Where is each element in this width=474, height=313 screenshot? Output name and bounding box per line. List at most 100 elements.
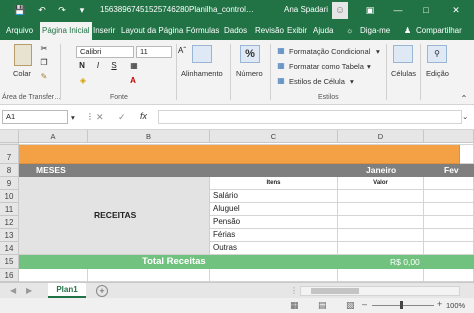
cell-b16[interactable] bbox=[88, 269, 210, 282]
number-format-icon[interactable]: % bbox=[240, 45, 260, 63]
cell-d10[interactable] bbox=[338, 190, 424, 203]
cell-e11[interactable] bbox=[424, 203, 474, 216]
zoom-out-icon[interactable]: – bbox=[362, 299, 367, 309]
cell-e14[interactable] bbox=[424, 242, 474, 255]
format-painter-icon[interactable]: ✎ bbox=[38, 72, 50, 81]
customize-qat-icon[interactable]: ▾ bbox=[76, 4, 88, 16]
zoom-slider-handle[interactable] bbox=[400, 301, 403, 309]
add-sheet-button[interactable]: + bbox=[96, 285, 108, 297]
item-outras[interactable]: Outras bbox=[210, 242, 338, 255]
column-header-e[interactable] bbox=[424, 130, 474, 143]
tab-dados[interactable]: Dados bbox=[222, 22, 249, 40]
zoom-slider[interactable] bbox=[372, 305, 434, 306]
page-break-view-icon[interactable]: ▧ bbox=[346, 300, 355, 311]
grow-font-icon[interactable]: Aˆ bbox=[175, 46, 189, 55]
row-header-8[interactable]: 8 bbox=[0, 164, 19, 177]
cut-icon[interactable]: ✂ bbox=[38, 44, 50, 53]
worksheet-grid[interactable]: A B C D 7 8 9 10 11 12 13 14 15 16 MESES… bbox=[0, 130, 474, 282]
tab-revisao[interactable]: Revisão bbox=[253, 22, 286, 40]
maximize-icon[interactable]: □ bbox=[420, 4, 432, 16]
tab-pagina-inicial[interactable]: Página Inicial bbox=[40, 22, 92, 40]
row-header-9[interactable]: 9 bbox=[0, 177, 19, 190]
redo-icon[interactable]: ↷ bbox=[56, 4, 68, 16]
copy-icon[interactable]: ❐ bbox=[38, 58, 50, 67]
font-name-select[interactable]: Calibri bbox=[76, 46, 134, 58]
tell-me-input[interactable]: Diga-me bbox=[358, 22, 392, 40]
cell-e9[interactable] bbox=[424, 177, 474, 190]
format-as-table-button[interactable]: Formatar como Tabela bbox=[289, 62, 364, 71]
conditional-formatting-button[interactable]: Formatação Condicional bbox=[289, 47, 370, 56]
avatar[interactable]: ☺ bbox=[332, 2, 348, 19]
italic-button[interactable]: I bbox=[92, 61, 104, 70]
valor-header[interactable]: Valor bbox=[338, 177, 424, 190]
column-header-a[interactable]: A bbox=[19, 130, 88, 143]
tab-ajuda[interactable]: Ajuda bbox=[311, 22, 335, 40]
tab-exibir[interactable]: Exibir bbox=[285, 22, 309, 40]
user-name[interactable]: Ana Spadari bbox=[284, 5, 328, 14]
zoom-in-icon[interactable]: + bbox=[437, 299, 442, 309]
cancel-entry-icon[interactable]: ✕ bbox=[96, 112, 104, 123]
itens-header[interactable]: Itens bbox=[210, 177, 338, 190]
orange-band[interactable] bbox=[19, 145, 460, 164]
chevron-down-icon[interactable]: ▾ bbox=[71, 113, 75, 122]
item-pensao[interactable]: Pensão bbox=[210, 216, 338, 229]
cell-d14[interactable] bbox=[338, 242, 424, 255]
column-header-d[interactable]: D bbox=[338, 130, 424, 143]
cells-button[interactable]: Células bbox=[391, 69, 416, 78]
item-salario[interactable]: Salário bbox=[210, 190, 338, 203]
editing-icon[interactable]: ⚲ bbox=[427, 45, 447, 63]
insert-function-button[interactable]: fx bbox=[140, 111, 147, 121]
alignment-button[interactable]: Alinhamento bbox=[181, 69, 223, 78]
row-header-15[interactable]: 15 bbox=[0, 255, 19, 269]
more-options-icon[interactable]: ⋮ bbox=[86, 112, 94, 121]
cell-e12[interactable] bbox=[424, 216, 474, 229]
cell-d16[interactable] bbox=[338, 269, 424, 282]
row-header-14[interactable]: 14 bbox=[0, 242, 19, 255]
save-icon[interactable]: 💾 bbox=[14, 4, 26, 16]
column-header-c[interactable]: C bbox=[210, 130, 338, 143]
tab-inserir[interactable]: Inserir bbox=[91, 22, 117, 40]
bold-button[interactable]: N bbox=[76, 61, 88, 70]
editing-button[interactable]: Edição bbox=[426, 69, 449, 78]
scrollbar-thumb[interactable] bbox=[311, 288, 359, 294]
cell-styles-button[interactable]: Estilos de Célula bbox=[289, 77, 345, 86]
share-button[interactable]: Compartilhar bbox=[414, 22, 464, 40]
normal-view-icon[interactable]: ▦ bbox=[290, 300, 299, 311]
zoom-level[interactable]: 100% bbox=[446, 301, 465, 310]
cell-e16[interactable] bbox=[424, 269, 474, 282]
paste-icon[interactable] bbox=[14, 44, 32, 66]
sheet-tab-plan1[interactable]: Plan1 bbox=[48, 283, 86, 298]
cells-icon[interactable] bbox=[393, 45, 413, 63]
page-layout-view-icon[interactable]: ▤ bbox=[318, 300, 327, 311]
cell-e13[interactable] bbox=[424, 229, 474, 242]
paste-button[interactable]: Colar bbox=[13, 69, 31, 78]
tab-arquivo[interactable]: Arquivo bbox=[4, 22, 35, 40]
confirm-entry-icon[interactable]: ✓ bbox=[118, 112, 126, 123]
row-header-13[interactable]: 13 bbox=[0, 229, 19, 242]
row-header-10[interactable]: 10 bbox=[0, 190, 19, 203]
minimize-icon[interactable]: — bbox=[392, 4, 404, 16]
column-header-b[interactable]: B bbox=[88, 130, 210, 143]
cell-c16[interactable] bbox=[210, 269, 338, 282]
name-box[interactable]: A1 bbox=[2, 110, 68, 124]
cell-e7[interactable] bbox=[460, 145, 474, 164]
font-size-select[interactable]: 11 bbox=[136, 46, 172, 58]
tab-formulas[interactable]: Fórmulas bbox=[184, 22, 221, 40]
cell-e10[interactable] bbox=[424, 190, 474, 203]
cell-d13[interactable] bbox=[338, 229, 424, 242]
close-icon[interactable]: ✕ bbox=[450, 4, 462, 16]
formula-input[interactable] bbox=[158, 110, 462, 124]
row-header-11[interactable]: 11 bbox=[0, 203, 19, 216]
next-sheet-icon[interactable]: ▶ bbox=[26, 286, 32, 295]
fill-color-icon[interactable]: ◈ bbox=[76, 76, 90, 85]
cell-a16[interactable] bbox=[19, 269, 88, 282]
cell-d12[interactable] bbox=[338, 216, 424, 229]
underline-button[interactable]: S bbox=[108, 61, 120, 70]
alignment-icon[interactable] bbox=[192, 45, 212, 63]
collapse-ribbon-icon[interactable]: ⌃ bbox=[458, 94, 470, 103]
font-color-button[interactable]: A bbox=[126, 76, 140, 85]
number-button[interactable]: Número bbox=[236, 69, 263, 78]
borders-icon[interactable]: ▦ bbox=[128, 61, 140, 70]
previous-sheet-icon[interactable]: ◀ bbox=[10, 286, 16, 295]
item-aluguel[interactable]: Aluguel bbox=[210, 203, 338, 216]
